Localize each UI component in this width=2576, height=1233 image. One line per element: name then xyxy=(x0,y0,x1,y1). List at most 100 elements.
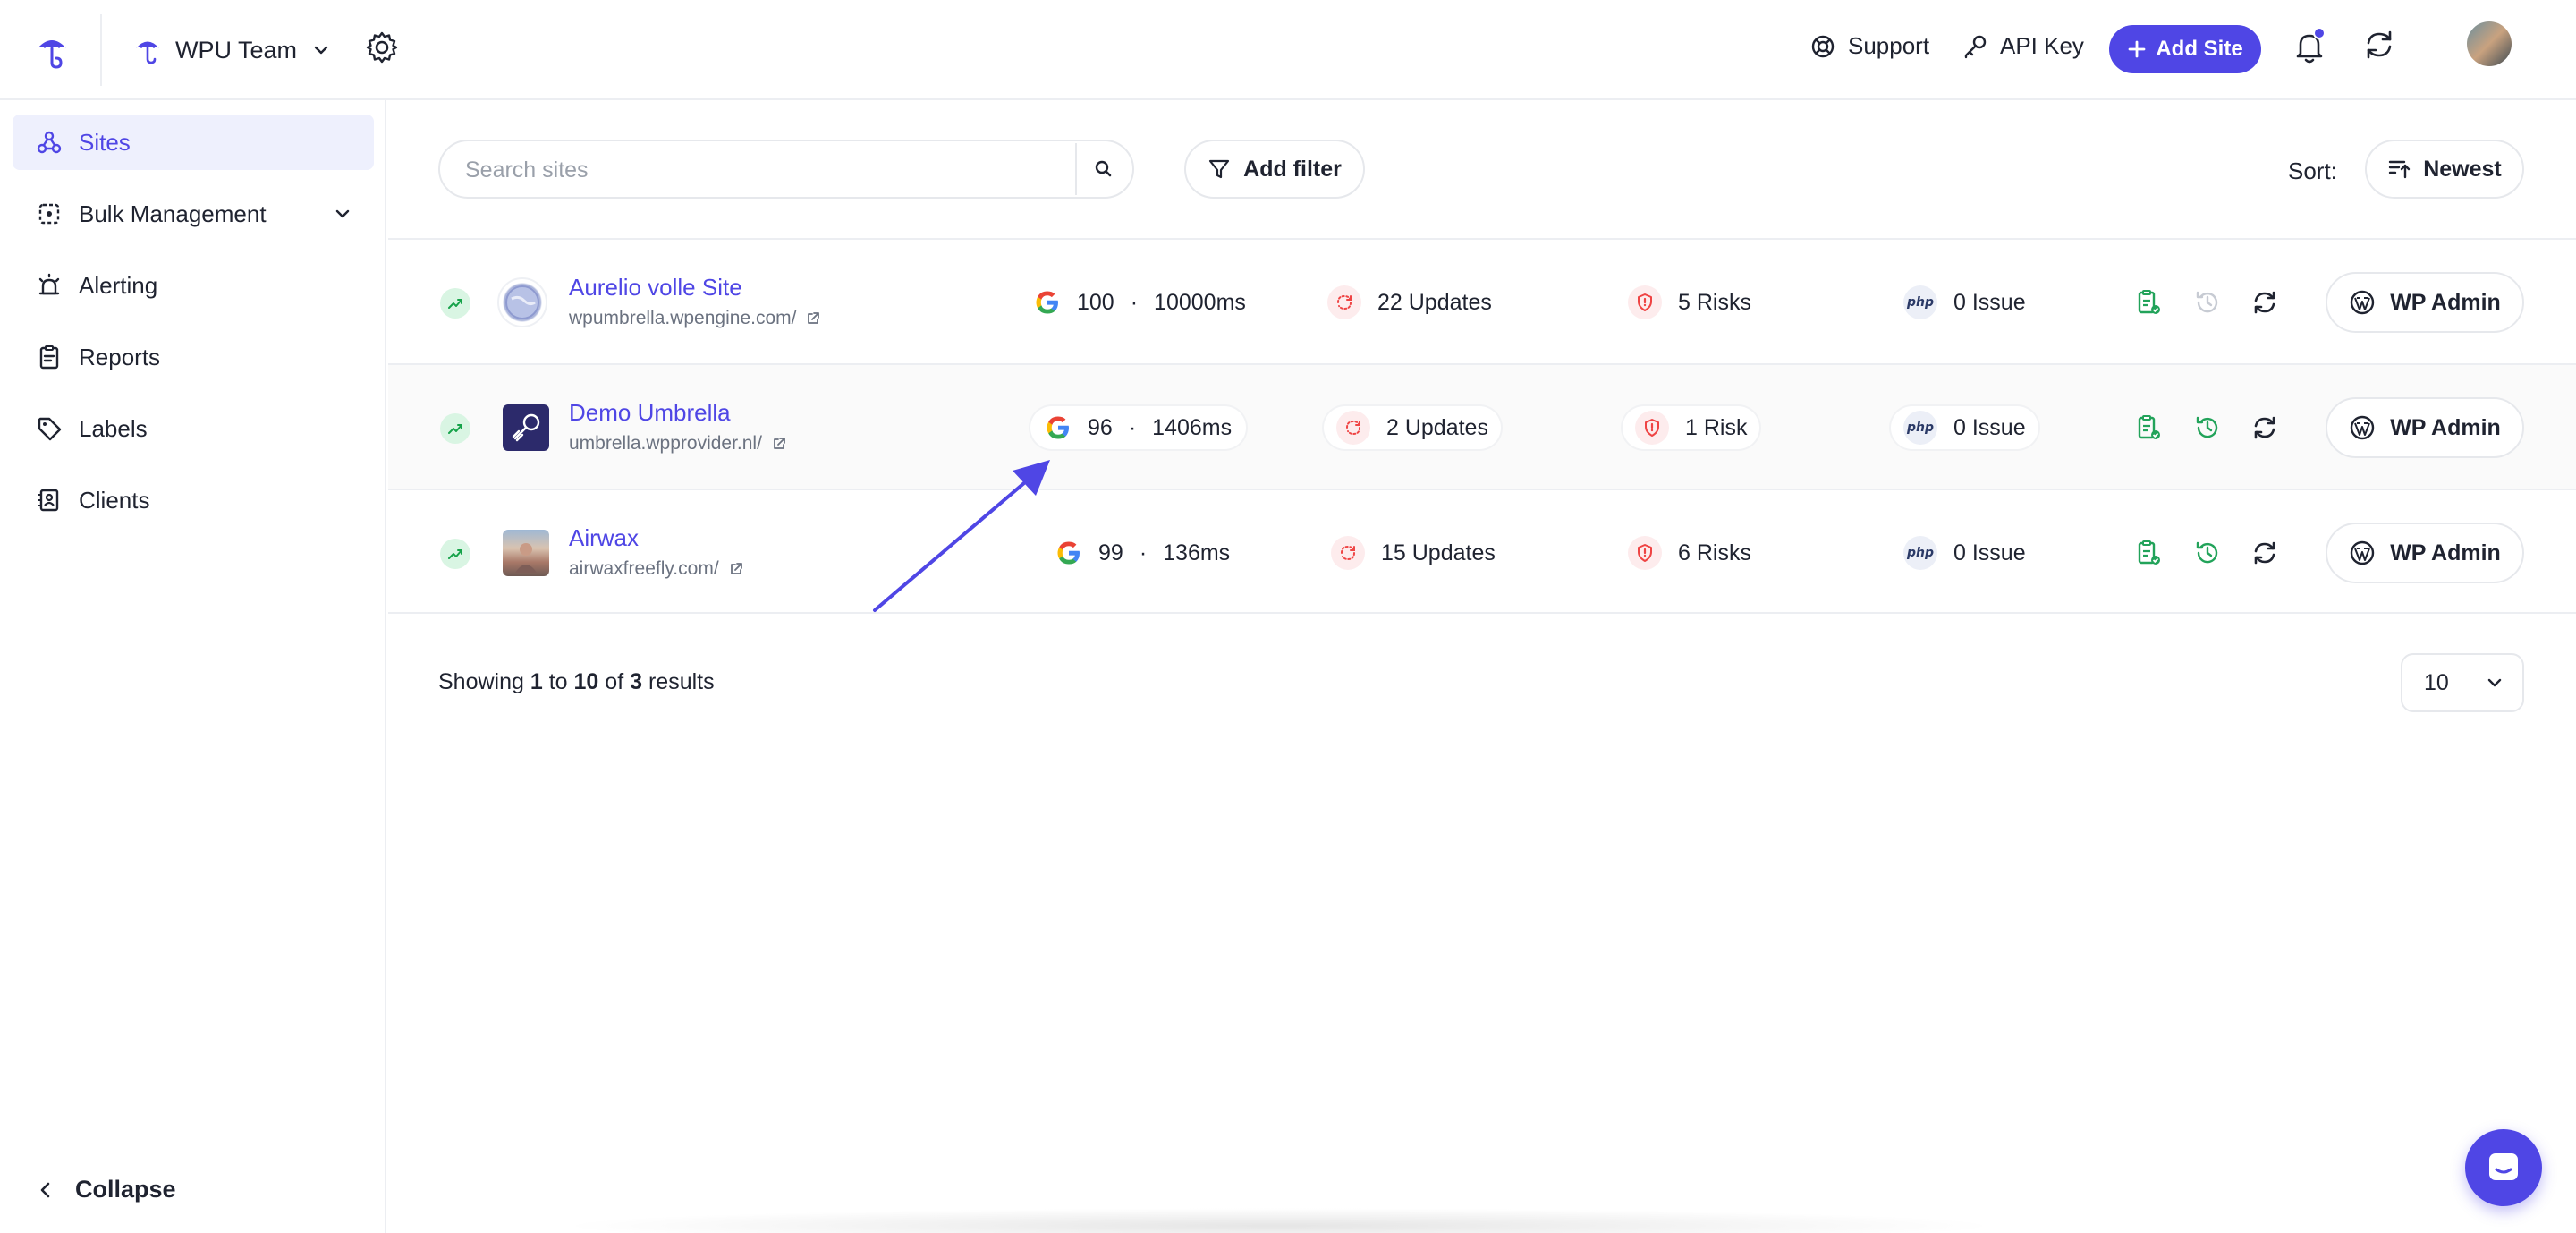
label-icon xyxy=(38,417,62,441)
updates-badge[interactable]: 22 Updates xyxy=(1315,281,1504,324)
notification-dot xyxy=(2313,27,2326,39)
trend-up-icon xyxy=(440,288,470,319)
separator-dot: · xyxy=(1130,289,1139,315)
api-key-link[interactable]: API Key xyxy=(1962,32,2084,60)
wp-admin-button[interactable]: WP Admin xyxy=(2326,523,2524,583)
chevron-down-icon xyxy=(335,209,350,218)
google-icon xyxy=(1046,416,1069,439)
site-name-link[interactable]: Airwax xyxy=(569,524,639,552)
header-divider xyxy=(100,14,102,86)
site-url: wpumbrella.wpengine.com/ xyxy=(569,308,797,328)
wp-admin-button[interactable]: WP Admin xyxy=(2326,397,2524,458)
chat-widget-button[interactable] xyxy=(2465,1129,2542,1206)
sites-table: Aurelio volle Site wpumbrella.wpengine.c… xyxy=(388,238,2576,614)
score-value: 96 xyxy=(1088,414,1113,440)
updates-icon xyxy=(1331,536,1365,570)
sidebar-item-reports[interactable]: Reports xyxy=(13,329,374,385)
wp-admin-button[interactable]: WP Admin xyxy=(2326,272,2524,333)
php-issues-badge[interactable]: php 0 Issue xyxy=(1891,406,2038,449)
site-url: airwaxfreefly.com/ xyxy=(569,558,719,579)
php-issues-badge[interactable]: php 0 Issue xyxy=(1891,531,2038,574)
support-link[interactable]: Support xyxy=(1810,32,1929,60)
site-url-link[interactable]: umbrella.wpprovider.nl/ xyxy=(569,433,787,455)
site-name-link[interactable]: Aurelio volle Site xyxy=(569,274,742,302)
refresh-icon[interactable] xyxy=(2361,27,2397,63)
table-row[interactable]: Airwax airwaxfreefly.com/ 99 · 136ms 15 … xyxy=(388,489,2576,614)
add-site-label: Add Site xyxy=(2156,37,2243,61)
issues-count: 0 Issue xyxy=(1953,289,2026,315)
clipboard-check-icon[interactable] xyxy=(2132,286,2165,319)
clipboard-check-icon[interactable] xyxy=(2132,537,2165,569)
risks-badge[interactable]: 6 Risks xyxy=(1615,531,1764,574)
sidebar-item-label: Bulk Management xyxy=(79,200,267,227)
table-row[interactable]: Aurelio volle Site wpumbrella.wpengine.c… xyxy=(388,238,2576,363)
risks-badge[interactable]: 1 Risk xyxy=(1623,406,1760,449)
backup-history-icon[interactable] xyxy=(2191,412,2224,444)
php-icon: php xyxy=(1903,536,1937,570)
site-favicon xyxy=(503,530,549,576)
search-button[interactable] xyxy=(1075,143,1131,195)
backup-history-icon[interactable] xyxy=(2191,286,2224,319)
reports-icon xyxy=(39,345,59,370)
updates-count: 15 Updates xyxy=(1381,540,1496,565)
site-name-link[interactable]: Demo Umbrella xyxy=(569,399,731,427)
bulk-management-icon xyxy=(38,203,60,225)
clients-icon xyxy=(38,489,59,512)
user-avatar[interactable] xyxy=(2467,21,2512,66)
site-url-link[interactable]: airwaxfreefly.com/ xyxy=(569,558,744,580)
sort-value: Newest xyxy=(2423,156,2502,182)
load-time: 10000ms xyxy=(1154,289,1246,315)
results-from: 1 xyxy=(530,669,543,694)
google-icon xyxy=(1036,291,1058,314)
chevron-down-icon xyxy=(2487,678,2502,687)
risks-badge[interactable]: 5 Risks xyxy=(1615,281,1764,324)
umbrella-logo-icon[interactable] xyxy=(32,30,72,70)
sidebar-item-labels[interactable]: Labels xyxy=(13,401,374,456)
results-suffix: results xyxy=(648,669,715,694)
results-prefix: Showing xyxy=(438,669,524,694)
performance-score[interactable]: 96 · 1406ms xyxy=(1030,406,1247,449)
add-filter-button[interactable]: Add filter xyxy=(1184,140,1365,199)
team-name: WPU Team xyxy=(175,36,298,64)
updates-badge[interactable]: 2 Updates xyxy=(1324,406,1501,449)
table-row[interactable]: Demo Umbrella umbrella.wpprovider.nl/ 96… xyxy=(388,363,2576,489)
external-link-icon xyxy=(808,312,820,324)
chat-icon xyxy=(2489,1153,2518,1180)
alerting-icon xyxy=(38,273,60,295)
bottom-shadow xyxy=(555,1208,2004,1233)
sidebar-item-clients[interactable]: Clients xyxy=(13,472,374,528)
issues-count: 0 Issue xyxy=(1953,540,2026,565)
clipboard-check-icon[interactable] xyxy=(2132,412,2165,444)
per-page-value: 10 xyxy=(2424,669,2449,695)
wp-admin-label: WP Admin xyxy=(2390,414,2501,440)
team-switcher[interactable]: WPU Team xyxy=(134,27,331,73)
backup-history-icon[interactable] xyxy=(2191,537,2224,569)
search-input[interactable] xyxy=(465,152,1038,188)
sort-dropdown[interactable]: Newest xyxy=(2365,140,2524,199)
top-bar: WPU Team Support API Key Add Site xyxy=(0,0,2576,100)
sidebar-item-bulk-management[interactable]: Bulk Management xyxy=(13,186,374,242)
sync-icon[interactable] xyxy=(2249,412,2281,444)
collapse-button[interactable]: Collapse xyxy=(36,1176,176,1203)
add-site-button[interactable]: Add Site xyxy=(2109,25,2261,73)
sync-icon[interactable] xyxy=(2249,537,2281,569)
php-icon: php xyxy=(1903,411,1937,445)
annotation-arrow xyxy=(873,460,1050,612)
performance-score[interactable]: 100 · 10000ms xyxy=(1020,281,1260,324)
wp-admin-label: WP Admin xyxy=(2390,289,2501,315)
site-favicon xyxy=(497,277,547,327)
updates-icon xyxy=(1336,411,1370,445)
updates-badge[interactable]: 15 Updates xyxy=(1318,531,1508,574)
php-issues-badge[interactable]: php 0 Issue xyxy=(1891,281,2038,324)
sidebar-item-alerting[interactable]: Alerting xyxy=(13,258,374,313)
per-page-select[interactable]: 10 xyxy=(2401,653,2524,712)
gear-icon[interactable] xyxy=(365,30,399,64)
sidebar: Sites Bulk Management Alerting Reports L… xyxy=(0,100,386,1233)
sort-label: Sort: xyxy=(2288,157,2337,184)
results-of-word: of xyxy=(605,669,624,694)
site-url-link[interactable]: wpumbrella.wpengine.com/ xyxy=(569,308,821,329)
sidebar-item-sites[interactable]: Sites xyxy=(13,115,374,170)
sync-icon[interactable] xyxy=(2249,286,2281,319)
updates-count: 2 Updates xyxy=(1386,414,1488,440)
external-link-icon xyxy=(774,438,785,449)
